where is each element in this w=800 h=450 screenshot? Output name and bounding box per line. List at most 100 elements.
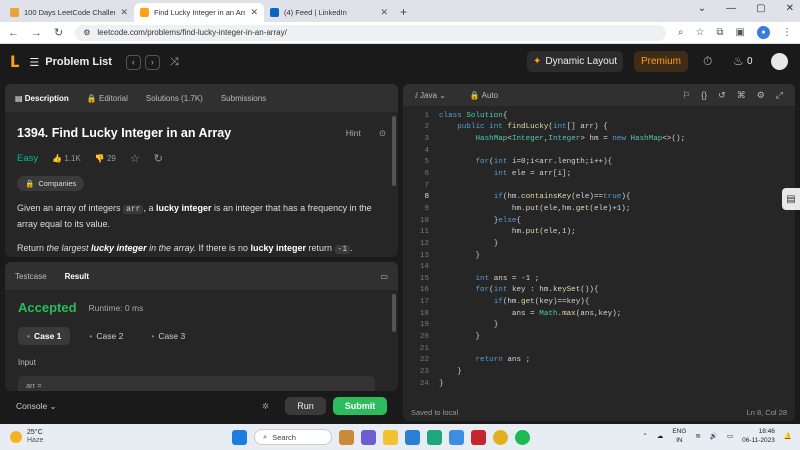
hint-button[interactable]: Hint [346, 128, 361, 139]
auto-mode-toggle[interactable]: 🔒 Auto [470, 91, 498, 100]
tab-testcase[interactable]: Testcase [15, 272, 47, 281]
bookmark-star-icon[interactable]: ☆ [695, 27, 704, 38]
code-line[interactable]: 19 } [403, 320, 795, 332]
weather-widget[interactable]: 25°C Haze [10, 429, 43, 445]
code-line[interactable]: 10 } else{ [403, 215, 795, 227]
new-tab-icon[interactable]: + [400, 5, 407, 19]
premium-button[interactable]: Premium [634, 51, 688, 72]
file-explorer-icon[interactable] [383, 429, 398, 445]
code-line[interactable]: 8 if (hm. containsKey (ele)== true){ [403, 191, 795, 203]
back-icon[interactable]: ← [8, 27, 19, 39]
bookmark-icon[interactable]: ⚐ [682, 90, 690, 101]
shuffle-icon[interactable]: ⤨ [170, 56, 179, 69]
debug-icon[interactable]: ✲ [262, 401, 269, 412]
cloud-icon[interactable]: ☁ [657, 432, 664, 440]
code-line[interactable]: 11 hm. put (ele,1); [403, 226, 795, 238]
tab-editorial[interactable]: 🔒 Editorial [87, 94, 128, 103]
language-select[interactable]: ⅈ Java ⌄ [415, 91, 446, 100]
code-line[interactable]: 24} [403, 378, 795, 390]
language-indicator[interactable]: ENG IN [672, 427, 686, 445]
browser-tab-active[interactable]: Find Lucky Integer in an Array ✕ [134, 3, 264, 22]
close-window-icon[interactable]: ✕ [786, 3, 794, 14]
close-icon[interactable]: ✕ [250, 7, 258, 18]
code-line[interactable]: 16 for(int key : hm. keySet()){ [403, 285, 795, 297]
zoom-icon[interactable]: ⌕ [678, 27, 684, 38]
reload-icon[interactable]: ↻ [54, 26, 63, 39]
problem-list-button[interactable]: ☰ Problem List [29, 56, 112, 69]
case-tab[interactable]: • Case 1 [18, 327, 71, 345]
app-icon[interactable] [449, 429, 464, 445]
extensions-icon[interactable]: ⧉ [716, 27, 723, 38]
code-line[interactable]: 3 HashMap < Integer, Integer > hm = new Hash… [403, 133, 795, 145]
close-icon[interactable]: ✕ [120, 7, 128, 18]
chevron-up-icon[interactable]: ⌃ [642, 432, 647, 440]
code-line[interactable]: 4 [403, 145, 795, 157]
code-line[interactable]: 15 int ans = -1 ; [403, 273, 795, 285]
close-icon[interactable]: ✕ [380, 7, 388, 18]
leetcode-logo-icon[interactable]: ᒪ [10, 53, 19, 71]
share-icon[interactable]: ↻ [154, 152, 163, 165]
shortcut-icon[interactable]: ⌘ [737, 90, 746, 101]
code-line[interactable]: 12 } [403, 238, 795, 250]
code-line[interactable]: 18 ans = Math. max (ans,key); [403, 308, 795, 320]
code-line[interactable]: 7 [403, 180, 795, 192]
sidebar-icon[interactable]: ▣ [736, 27, 745, 38]
code-line[interactable]: 17 if (hm. get (key)==key){ [403, 296, 795, 308]
chevron-down-icon[interactable]: ⌄ [698, 3, 706, 14]
chrome-icon[interactable] [493, 429, 508, 445]
streak-fire-icon[interactable]: ♨ [733, 54, 744, 68]
braces-icon[interactable]: {} [701, 90, 707, 101]
next-problem-button[interactable]: › [144, 54, 160, 70]
dynamic-layout-button[interactable]: ✦ Dynamic Layout [527, 51, 623, 72]
widget-app-icon[interactable] [339, 429, 354, 445]
maximize-icon[interactable]: ▢ [756, 3, 765, 14]
tab-result[interactable]: Result [65, 272, 89, 281]
forward-icon[interactable]: → [31, 27, 42, 39]
clock[interactable]: 18:46 06-11-2023 [742, 427, 775, 445]
expand-panel-icon[interactable]: ▭ [380, 272, 388, 281]
user-avatar[interactable] [771, 53, 788, 70]
spotify-icon[interactable] [515, 429, 530, 445]
code-line[interactable]: 20 } [403, 331, 795, 343]
result-scrollbar[interactable] [392, 294, 396, 332]
battery-icon[interactable]: ▭ [727, 432, 733, 440]
browser-tab[interactable]: (4) Feed | LinkedIn ✕ [264, 3, 394, 22]
fullscreen-icon[interactable]: ⤢ [776, 90, 783, 101]
like-button[interactable]: 👍 1.1K [52, 154, 81, 163]
store-icon[interactable] [405, 429, 420, 445]
edge-icon[interactable] [427, 429, 442, 445]
side-panel-icon[interactable]: ▤ [782, 188, 800, 210]
code-line[interactable]: 14 [403, 261, 795, 273]
code-line[interactable]: 6 int ele = arr[i]; [403, 168, 795, 180]
companies-tag[interactable]: 🔒 Companies [17, 176, 85, 191]
case-tab[interactable]: • Case 3 [142, 327, 194, 345]
menu-dots-icon[interactable]: ⋮ [782, 27, 792, 38]
code-line[interactable]: 21 [403, 343, 795, 355]
url-field[interactable]: ⚙ leetcode.com/problems/find-lucky-integ… [75, 24, 666, 41]
site-info-icon[interactable]: ⚙ [83, 28, 90, 37]
run-button[interactable]: Run [285, 397, 326, 415]
volume-icon[interactable]: 🔊 [710, 432, 718, 440]
wifi-icon[interactable]: ≋ [695, 432, 700, 440]
browser-tab[interactable]: 100 Days LeetCode Challenge ✕ [4, 3, 134, 22]
dislike-button[interactable]: 👎 29 [95, 154, 116, 163]
console-toggle[interactable]: Console ⌄ [16, 401, 57, 412]
case-tab[interactable]: • Case 2 [80, 327, 132, 345]
windows-start-icon[interactable] [232, 429, 247, 445]
code-line[interactable]: 23 } [403, 366, 795, 378]
taskbar-search[interactable]: ⌕ Search [254, 429, 332, 445]
profile-avatar[interactable]: ● [757, 26, 770, 39]
tab-description[interactable]: ▤ Description [15, 94, 69, 103]
reset-icon[interactable]: ↺ [718, 90, 726, 101]
code-line[interactable]: 5 for(int i=0;i<arr.length;i++){ [403, 157, 795, 169]
code-line[interactable]: 22 return ans ; [403, 354, 795, 366]
tab-submissions[interactable]: Submissions [221, 94, 266, 103]
tab-solutions[interactable]: Solutions (1.7K) [146, 94, 203, 103]
submit-button[interactable]: Submit [333, 397, 387, 415]
prev-problem-button[interactable]: ‹ [125, 54, 141, 70]
code-line[interactable]: 13 } [403, 250, 795, 262]
description-scrollbar[interactable] [392, 116, 396, 186]
minimize-icon[interactable]: — [726, 3, 736, 14]
mcafee-icon[interactable] [471, 429, 486, 445]
settings-gear-icon[interactable]: ⚙ [757, 90, 765, 101]
